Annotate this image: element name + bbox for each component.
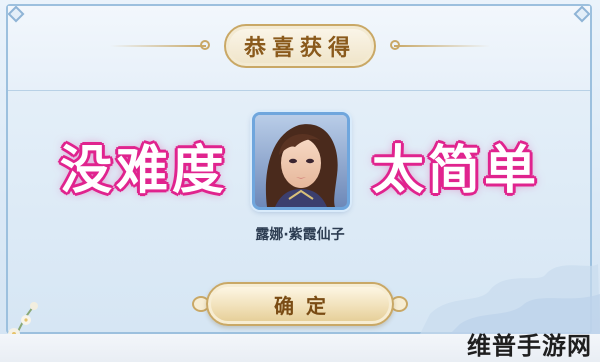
dialog-title: 恭喜获得: [243, 35, 356, 61]
title-ornament-right: [394, 45, 490, 47]
hero-portrait-icon: [255, 115, 347, 207]
title-ornament-left: [110, 45, 206, 47]
ornament-knot-icon: [200, 40, 210, 50]
cloud-decoration-icon: [420, 264, 600, 334]
title-plaque: 恭喜获得: [224, 24, 376, 68]
confirm-button[interactable]: 确定: [206, 282, 394, 326]
reward-item-card[interactable]: [252, 112, 350, 210]
ornament-knot-icon: [390, 40, 400, 50]
reward-item-name: 露娜·紫霞仙子: [255, 227, 345, 243]
overlay-caption-left: 没难度: [60, 141, 229, 201]
confirm-button-label: 确定: [274, 293, 338, 318]
site-watermark: 维普手游网: [467, 332, 592, 360]
overlay-caption-right: 太简单: [372, 141, 541, 201]
